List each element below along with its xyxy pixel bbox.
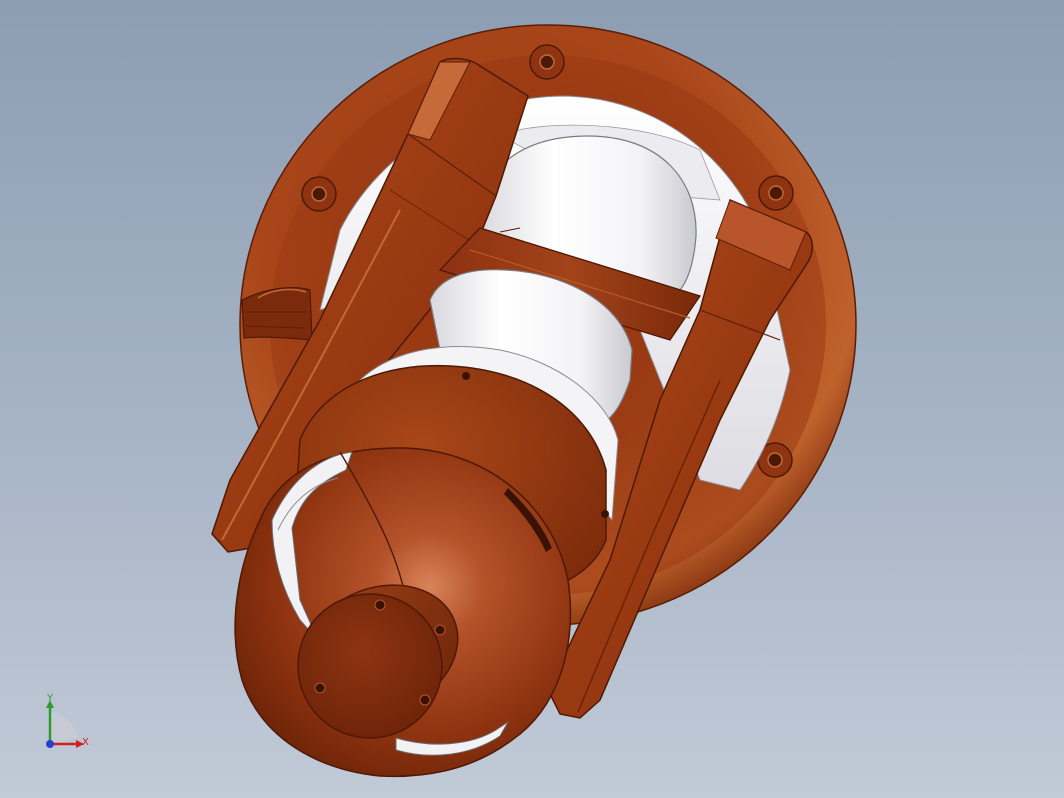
y-axis-label: Y <box>47 693 54 704</box>
axis-triad: Y X <box>34 692 104 762</box>
x-axis-label: X <box>82 737 89 748</box>
flange-bolt-hole <box>301 176 337 212</box>
flange-bolt-hole <box>529 44 565 80</box>
flange-bolt-hole <box>758 175 794 211</box>
cad-model-assembly[interactable] <box>0 0 1064 798</box>
graphics-viewport[interactable]: Y X <box>0 0 1064 798</box>
triad-graphic <box>46 700 84 748</box>
